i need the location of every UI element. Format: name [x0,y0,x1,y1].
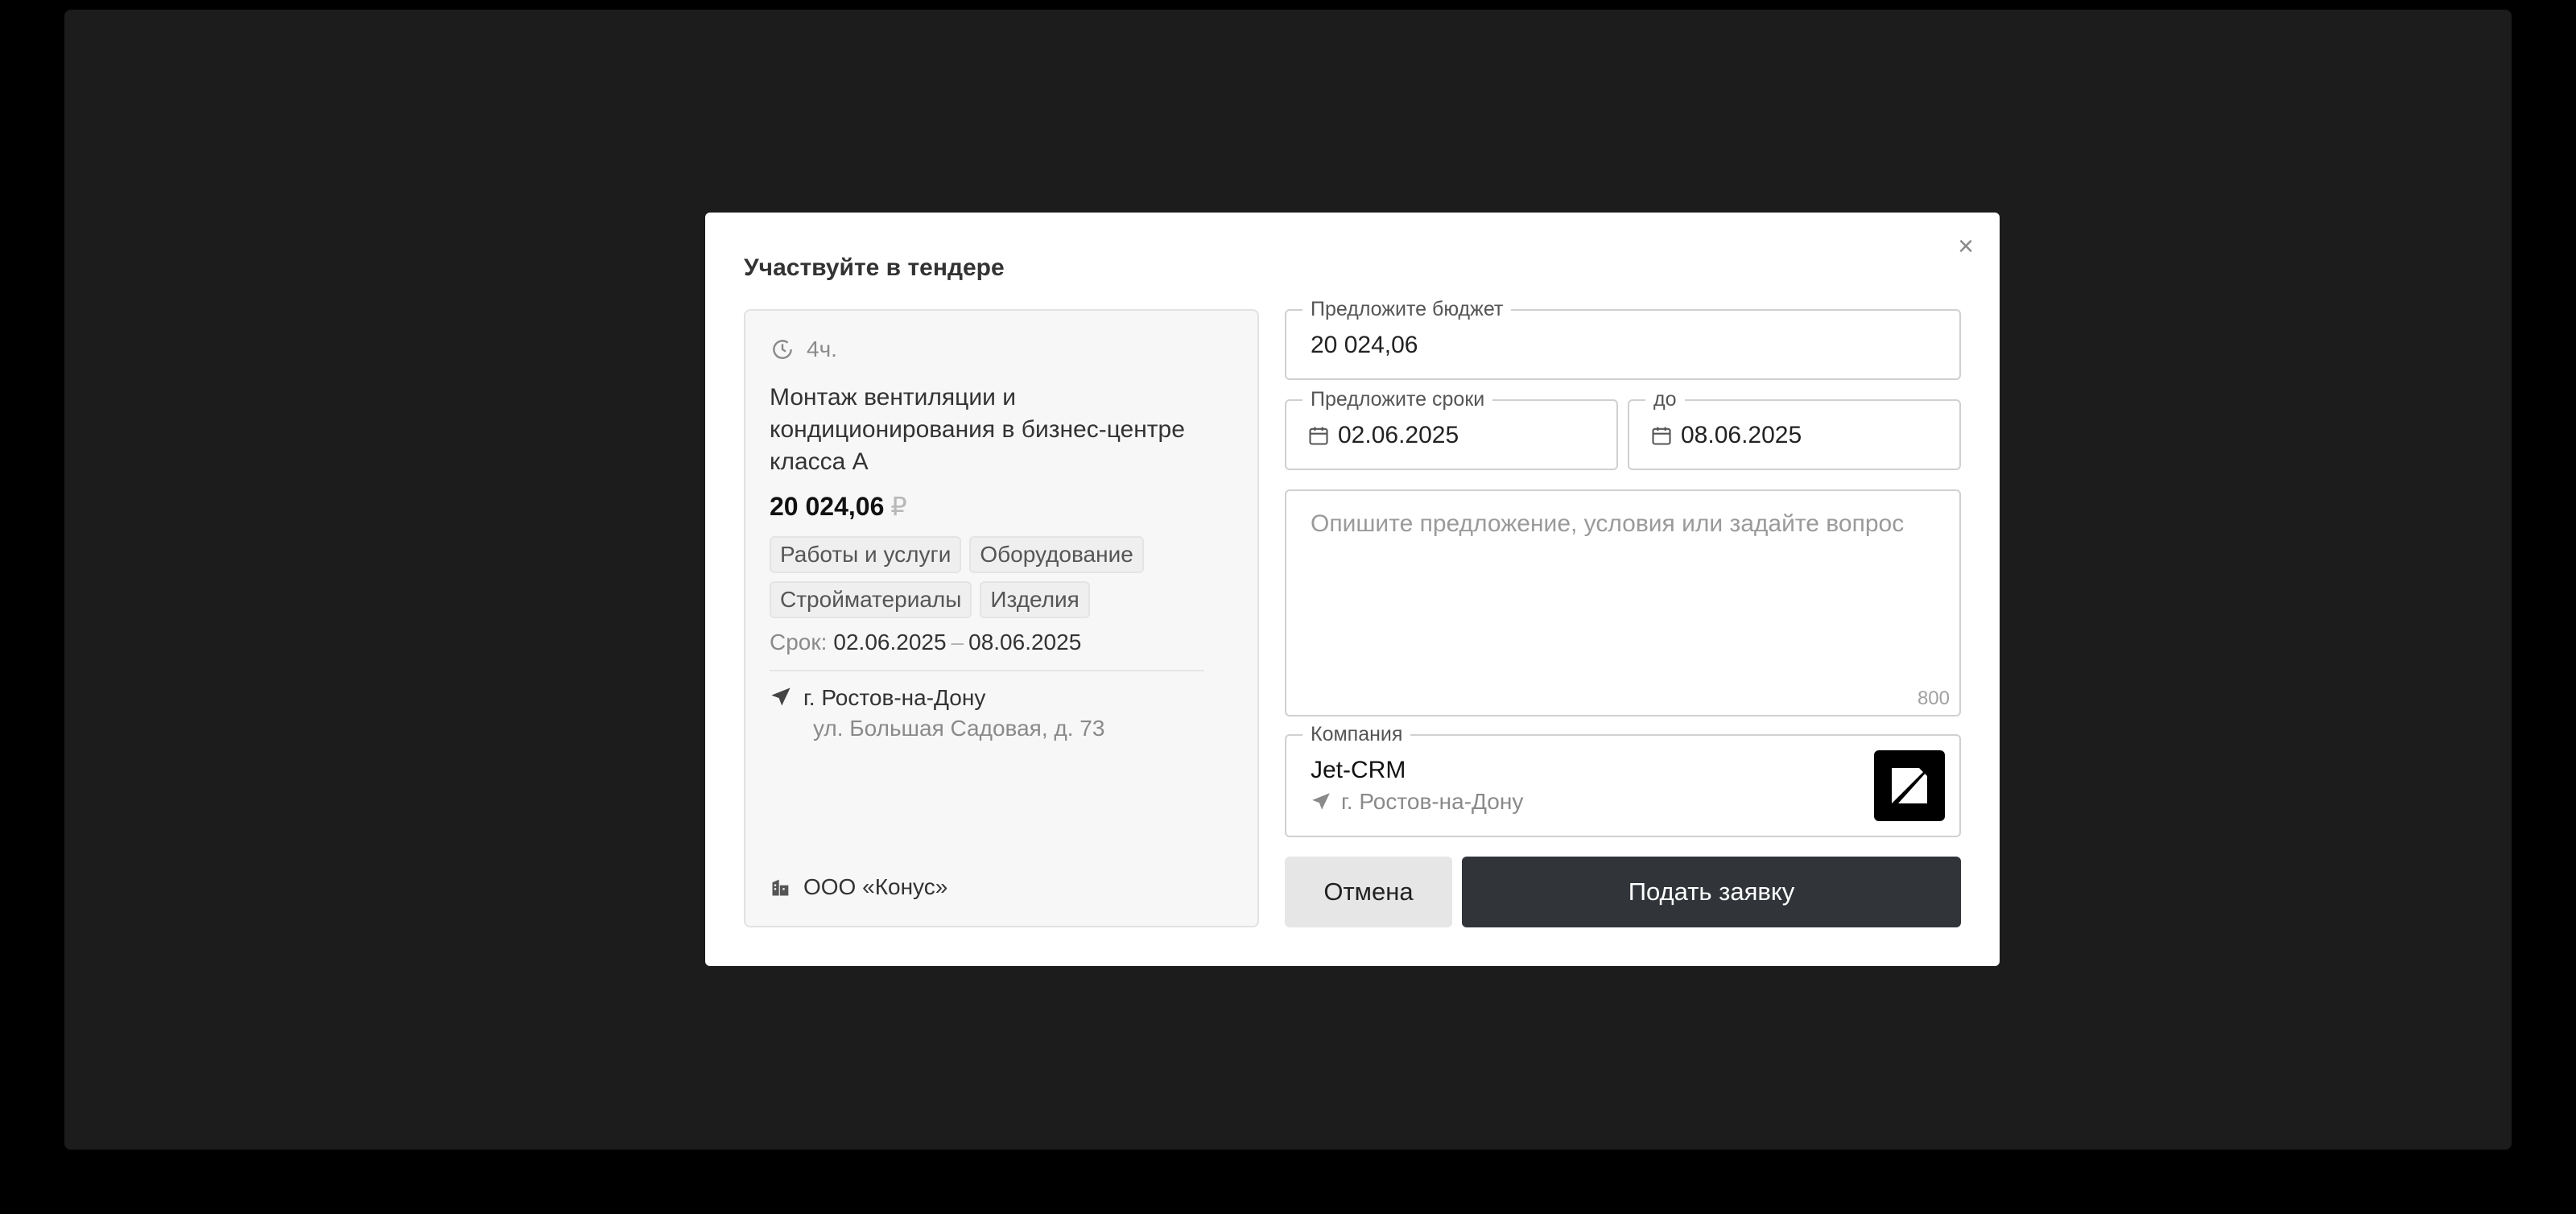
company-label: Компания [1302,723,1411,745]
company-logo [1874,750,1945,821]
location-arrow-icon [771,688,791,706]
deadline-dash: – [951,630,964,654]
cancel-button[interactable]: Отмена [1285,857,1452,927]
tag-list: Работы и услуги Оборудование Стройматери… [770,536,1253,618]
calendar-icon [1309,427,1328,445]
currency-symbol: ₽ [890,492,907,521]
tender-modal: Участвуйте в тендере × 4ч. Монтаж вентил… [705,213,2000,966]
divider [770,670,1204,671]
tag: Изделия [980,581,1090,618]
tender-organization: ООО «Конус» [770,874,947,900]
modal-title: Участвуйте в тендере [744,254,1005,281]
submit-button[interactable]: Подать заявку [1462,857,1961,927]
company-field[interactable]: Компания Jet-CRM г. Ростов-на-Дону [1285,723,1961,837]
app-backdrop: Участвуйте в тендере × 4ч. Монтаж вентил… [64,10,2512,1150]
tag: Работы и услуги [770,536,962,573]
close-icon[interactable]: × [1953,233,1979,260]
date-to-field[interactable]: до 08.06.2025 [1628,388,1961,470]
deadline-to: 08.06.2025 [968,630,1082,654]
tag: Стройматериалы [770,581,972,618]
date-to-value: 08.06.2025 [1681,422,1802,448]
deadline-label: Срок: [770,630,828,654]
location-city: г. Ростов-на-Дону [803,685,986,710]
company-name: Jet-CRM [1311,757,1406,783]
message-counter: 800 [1917,688,1950,709]
deadline: Срок: 02.06.2025–08.06.2025 [770,630,1081,655]
date-to: 08.06.2025 [1650,422,1802,449]
clock-icon [773,340,792,359]
organization-name: ООО «Конус» [803,874,948,899]
jet-crm-logo-icon [1892,768,1927,803]
deadline-from: 02.06.2025 [833,630,947,654]
date-from-field[interactable]: Предложите сроки 02.06.2025 [1285,388,1618,470]
dates-label: Предложите сроки [1302,388,1493,411]
message-placeholder: Опишите предложение, условия или задайте… [1311,510,1905,537]
time-left: 4ч. [770,337,837,362]
budget-field[interactable]: Предложите бюджет 20 024,06 [1285,298,1961,380]
tender-price: 20 024,06 ₽ [770,491,907,522]
location-arrow-icon [1312,793,1330,810]
budget-label: Предложите бюджет [1302,298,1512,320]
company-location: г. Ростов-на-Дону [1311,789,1523,815]
date-to-label: до [1645,388,1685,411]
date-from-value: 02.06.2025 [1338,422,1459,448]
message-textarea[interactable]: Опишите предложение, условия или задайте… [1285,489,1961,716]
calendar-icon [1652,427,1671,445]
tag: Оборудование [969,536,1144,573]
tender-location: г. Ростов-на-Дону ул. Большая Садовая, д… [770,683,1104,744]
date-from: 02.06.2025 [1307,422,1459,449]
tender-card: 4ч. Монтаж вентиляции и кондиционировани… [744,309,1259,927]
time-left-value: 4ч. [807,337,837,361]
company-city: г. Ростов-на-Дону [1341,789,1524,814]
budget-value: 20 024,06 [1311,332,1418,358]
tender-title: Монтаж вентиляции и кондиционирования в … [770,384,1185,475]
location-street: ул. Большая Садовая, д. 73 [813,716,1105,741]
building-icon [772,879,789,896]
price-value: 20 024,06 [770,492,885,521]
